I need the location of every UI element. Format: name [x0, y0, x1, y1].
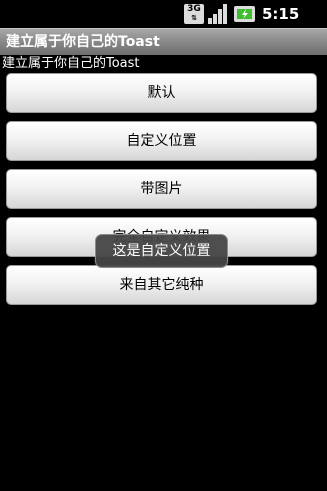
default-toast-button[interactable]: 默认 — [6, 73, 317, 113]
network-type-label: 3G — [187, 4, 201, 14]
app-title: 建立属于你自己的Toast — [6, 34, 160, 50]
signal-icon — [208, 4, 227, 24]
title-bar: 建立属于你自己的Toast — [0, 28, 327, 55]
other-thread-toast-button[interactable]: 来自其它纯种 — [6, 265, 317, 305]
battery-charging-icon — [234, 6, 255, 22]
network-3g-icon: 3G ⇅ — [184, 4, 204, 24]
image-toast-button[interactable]: 带图片 — [6, 169, 317, 209]
custom-position-toast-button[interactable]: 自定义位置 — [6, 121, 317, 161]
status-bar: 3G ⇅ 5:15 AM — [0, 0, 327, 43]
toast-message: 这是自定义位置 — [95, 234, 228, 268]
content-label: 建立属于你自己的Toast — [2, 56, 140, 71]
app-screen: 3G ⇅ 5:15 AM 建立属于你自己的Toast 建立属于你自己的Toast… — [0, 0, 327, 491]
